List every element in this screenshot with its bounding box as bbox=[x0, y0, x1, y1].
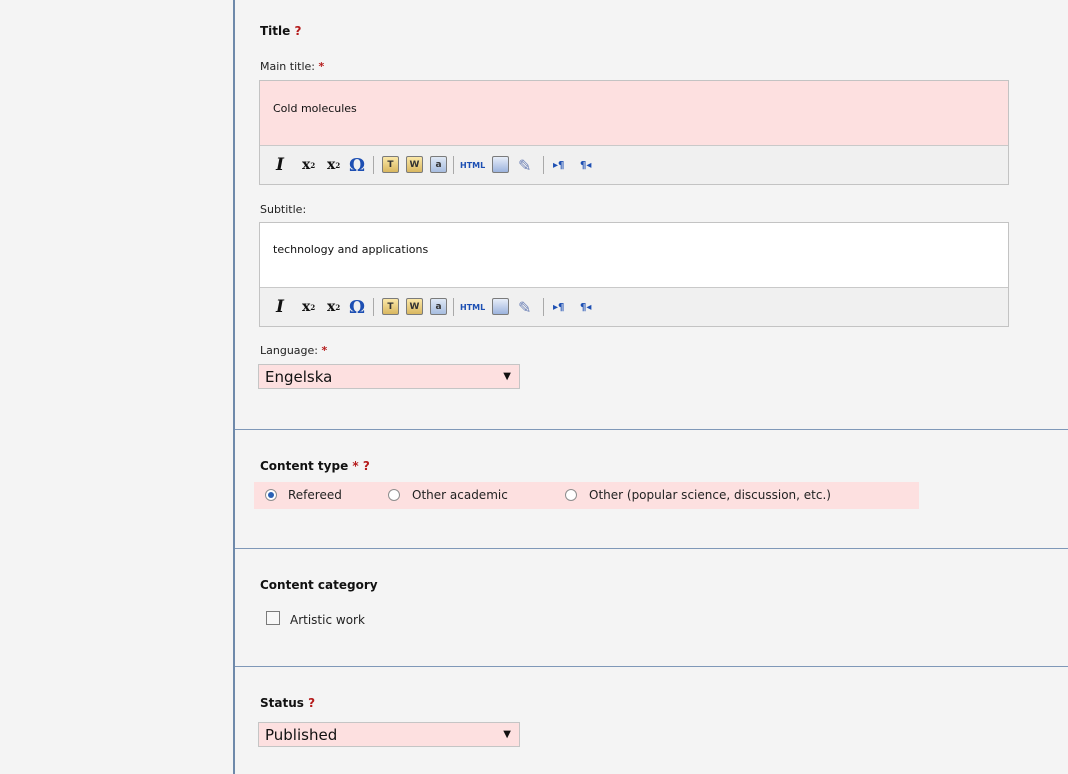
subtitle-label-text: Subtitle: bbox=[260, 203, 307, 216]
omega-icon[interactable]: Ω bbox=[349, 296, 366, 318]
superscript-mark: 2 bbox=[335, 160, 341, 170]
subscript-icon[interactable]: x2 bbox=[302, 297, 315, 317]
section-divider bbox=[235, 666, 1068, 667]
omega-icon[interactable]: Ω bbox=[349, 154, 366, 176]
italic-icon[interactable]: I bbox=[276, 155, 284, 175]
radio-other-popular[interactable] bbox=[565, 489, 577, 501]
subtitle-toolbar: I x2 x2 Ω T W a HTML ✎ ▸¶ ¶◂ bbox=[260, 287, 1008, 326]
subtitle-input[interactable]: technology and applications bbox=[260, 223, 1008, 287]
paste-text-icon[interactable]: T bbox=[382, 298, 399, 315]
paste-word-icon[interactable]: W bbox=[406, 298, 423, 315]
subtitle-label: Subtitle: bbox=[260, 203, 306, 216]
artistic-work-label[interactable]: Artistic work bbox=[290, 613, 365, 627]
ltr-glyph: ▸¶ bbox=[553, 159, 565, 171]
html-source-icon[interactable]: HTML bbox=[460, 155, 485, 175]
spellcheck-icon[interactable]: a bbox=[430, 156, 447, 173]
section-divider bbox=[235, 548, 1068, 549]
template-icon[interactable] bbox=[492, 156, 509, 173]
omega-glyph: Ω bbox=[349, 296, 366, 318]
superscript-glyph: x bbox=[327, 299, 336, 315]
radio-other-academic[interactable] bbox=[388, 489, 400, 501]
superscript-icon[interactable]: x2 bbox=[327, 155, 340, 175]
left-column bbox=[0, 0, 233, 774]
section-divider bbox=[235, 429, 1068, 430]
status-help-link[interactable]: ? bbox=[308, 696, 315, 710]
toolbar-separator bbox=[453, 156, 454, 174]
subscript-glyph: x bbox=[302, 157, 311, 173]
required-mark: * bbox=[318, 60, 325, 73]
required-mark: * bbox=[321, 344, 328, 357]
title-section-heading: Title ? bbox=[260, 24, 301, 38]
main-title-input[interactable]: Cold molecules bbox=[260, 81, 1008, 145]
ltr-icon[interactable]: ▸¶ bbox=[553, 297, 564, 317]
required-mark: * bbox=[352, 459, 359, 473]
spellcheck-icon[interactable]: a bbox=[430, 298, 447, 315]
ltr-glyph: ▸¶ bbox=[553, 301, 565, 313]
status-heading-text: Status bbox=[260, 696, 304, 710]
main-title-toolbar: I x2 x2 Ω T W a HTML ✎ ▸¶ ¶◂ bbox=[260, 145, 1008, 184]
italic-glyph: I bbox=[276, 155, 284, 175]
main-title-label: Main title: * bbox=[260, 60, 324, 73]
ltr-icon[interactable]: ▸¶ bbox=[553, 155, 564, 175]
subtitle-value: technology and applications bbox=[273, 243, 429, 256]
language-select[interactable]: Engelska ▼ bbox=[258, 364, 520, 389]
main-title-label-text: Main title: bbox=[260, 60, 315, 73]
italic-icon[interactable]: I bbox=[276, 297, 284, 317]
language-value: Engelska bbox=[265, 368, 333, 386]
rtl-glyph: ¶◂ bbox=[580, 159, 592, 171]
radio-label-refereed[interactable]: Refereed bbox=[288, 488, 342, 502]
radio-label-other-academic[interactable]: Other academic bbox=[412, 488, 508, 502]
rtl-icon[interactable]: ¶◂ bbox=[580, 297, 591, 317]
toolbar-separator bbox=[453, 298, 454, 316]
content-type-help-link[interactable]: ? bbox=[363, 459, 370, 473]
subscript-mark: 2 bbox=[310, 160, 316, 170]
paste-word-icon[interactable]: W bbox=[406, 156, 423, 173]
title-help-link[interactable]: ? bbox=[294, 24, 301, 38]
toolbar-separator bbox=[373, 156, 374, 174]
paste-text-icon[interactable]: T bbox=[382, 156, 399, 173]
status-select[interactable]: Published ▼ bbox=[258, 722, 520, 747]
subscript-icon[interactable]: x2 bbox=[302, 155, 315, 175]
rtl-glyph: ¶◂ bbox=[580, 301, 592, 313]
content-type-heading-text: Content type bbox=[260, 459, 349, 473]
status-heading: Status ? bbox=[260, 696, 315, 710]
language-label: Language: * bbox=[260, 344, 327, 357]
radio-label-other-popular[interactable]: Other (popular science, discussion, etc.… bbox=[589, 488, 831, 502]
status-value: Published bbox=[265, 726, 338, 744]
content-category-heading-text: Content category bbox=[260, 578, 378, 592]
html-glyph: HTML bbox=[460, 160, 486, 170]
clean-format-icon[interactable]: ✎ bbox=[518, 155, 531, 175]
rtl-icon[interactable]: ¶◂ bbox=[580, 155, 591, 175]
artistic-work-checkbox[interactable] bbox=[266, 611, 280, 625]
content-category-heading: Content category bbox=[260, 578, 378, 592]
main-title-editor: Cold molecules I x2 x2 Ω T W a HTML ✎ ▸¶… bbox=[259, 80, 1009, 185]
content-type-radio-group: Refereed Other academic Other (popular s… bbox=[254, 482, 919, 509]
html-source-icon[interactable]: HTML bbox=[460, 297, 485, 317]
toolbar-separator bbox=[543, 298, 544, 316]
content-type-heading: Content type * ? bbox=[260, 459, 370, 473]
omega-glyph: Ω bbox=[349, 154, 366, 176]
superscript-glyph: x bbox=[327, 157, 336, 173]
template-icon[interactable] bbox=[492, 298, 509, 315]
subscript-glyph: x bbox=[302, 299, 311, 315]
italic-glyph: I bbox=[276, 297, 284, 317]
chevron-down-icon: ▼ bbox=[503, 371, 511, 382]
subscript-mark: 2 bbox=[310, 302, 316, 312]
toolbar-separator bbox=[543, 156, 544, 174]
main-title-value: Cold molecules bbox=[273, 102, 357, 115]
subtitle-editor: technology and applications I x2 x2 Ω T … bbox=[259, 222, 1009, 327]
chevron-down-icon: ▼ bbox=[503, 729, 511, 740]
title-heading-text: Title bbox=[260, 24, 291, 38]
html-glyph: HTML bbox=[460, 302, 486, 312]
radio-refereed[interactable] bbox=[265, 489, 277, 501]
superscript-icon[interactable]: x2 bbox=[327, 297, 340, 317]
superscript-mark: 2 bbox=[335, 302, 341, 312]
toolbar-separator bbox=[373, 298, 374, 316]
clean-format-icon[interactable]: ✎ bbox=[518, 297, 531, 317]
language-label-text: Language: bbox=[260, 344, 318, 357]
